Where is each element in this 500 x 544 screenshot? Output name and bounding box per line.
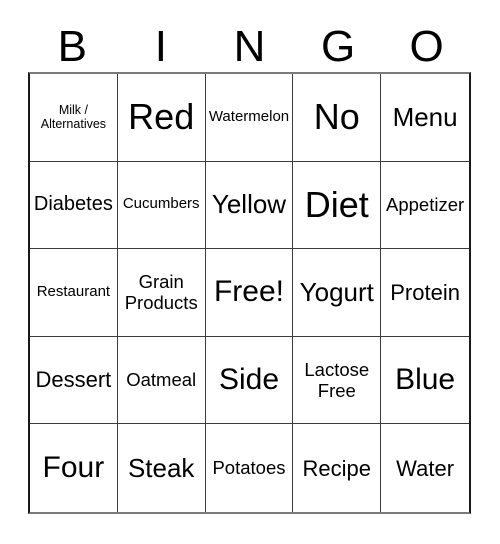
bingo-cell-label: Watermelon — [208, 107, 290, 125]
bingo-header: BINGO — [28, 8, 471, 72]
bingo-cell[interactable]: Lactose Free — [293, 336, 382, 425]
bingo-cell-label: Recipe — [302, 455, 372, 481]
bingo-cell-label: Lactose Free — [304, 358, 370, 402]
bingo-cell[interactable]: Watermelon — [205, 74, 294, 162]
bingo-cell[interactable]: Red — [117, 74, 206, 162]
bingo-card: B I N G O Milk / Alternatives Red Watermelon No… — [0, 0, 500, 544]
bingo-cell[interactable]: Milk / Alternatives — [30, 74, 118, 162]
bingo-cell-label: Water — [396, 455, 455, 481]
bingo-cell[interactable]: Blue — [381, 336, 469, 425]
bingo-cell-label: Oatmeal — [126, 368, 197, 390]
bingo-cell[interactable]: Yellow — [205, 161, 294, 250]
bingo-cell[interactable]: No — [293, 74, 382, 162]
bingo-header-letter-o: O — [409, 22, 444, 71]
bingo-cell[interactable]: Grain Products — [117, 249, 206, 337]
bingo-cell-label: Cucumbers — [122, 195, 200, 213]
bingo-cell-label: Blue — [395, 362, 456, 396]
bingo-cell-label: Yellow — [211, 189, 287, 220]
bingo-grid: Milk / Alternatives Red Watermelon No Menu Di… — [28, 72, 471, 514]
bingo-cell-label: Restaurant — [36, 283, 111, 301]
bingo-cell-label: Four — [42, 450, 105, 484]
bingo-cell[interactable]: Dessert — [30, 336, 118, 425]
bingo-header-letter-n: N — [233, 22, 266, 71]
bingo-cell[interactable]: Water — [381, 424, 469, 512]
bingo-cell[interactable]: Steak — [117, 424, 206, 512]
bingo-cell[interactable]: Free! — [205, 249, 294, 337]
bingo-cell-label: Milk / Alternatives — [40, 102, 107, 132]
bingo-cell-label: Side — [218, 362, 280, 396]
bingo-cell[interactable]: Protein — [381, 249, 469, 337]
bingo-cell[interactable]: Diet — [293, 161, 382, 250]
bingo-cell-label: Dessert — [35, 367, 112, 393]
bingo-cell[interactable]: Side — [205, 336, 294, 425]
bingo-cell-label: No — [313, 96, 360, 138]
bingo-cell-label: Diet — [304, 183, 369, 225]
bingo-cell-label: Steak — [127, 452, 195, 483]
bingo-cell-label: Potatoes — [212, 457, 286, 479]
bingo-cell-label: Protein — [390, 279, 460, 305]
bingo-cell[interactable]: Appetizer — [381, 161, 469, 250]
bingo-cell-label: Free! — [213, 275, 284, 309]
bingo-cell-label: Diabetes — [33, 193, 113, 216]
bingo-cell[interactable]: Menu — [381, 74, 469, 162]
bingo-cell[interactable]: Cucumbers — [117, 161, 206, 250]
bingo-cell-label: Red — [128, 96, 195, 138]
bingo-cell-label: Menu — [392, 101, 458, 132]
bingo-cell[interactable]: Oatmeal — [117, 336, 206, 425]
bingo-cell[interactable]: Four — [30, 424, 118, 512]
bingo-header-letter-g: G — [320, 22, 356, 71]
bingo-cell-label: Appetizer — [386, 193, 465, 215]
bingo-cell[interactable]: Restaurant — [30, 249, 118, 337]
bingo-cell-label: Yogurt — [299, 276, 374, 307]
bingo-header-letter-i: I — [154, 22, 167, 71]
bingo-cell-label: Grain Products — [124, 271, 198, 314]
bingo-header-letter-b: B — [57, 22, 87, 71]
bingo-cell[interactable]: Diabetes — [30, 161, 118, 250]
bingo-cell[interactable]: Recipe — [293, 424, 382, 512]
bingo-cell[interactable]: Yogurt — [293, 249, 382, 337]
bingo-cell[interactable]: Potatoes — [205, 424, 294, 512]
